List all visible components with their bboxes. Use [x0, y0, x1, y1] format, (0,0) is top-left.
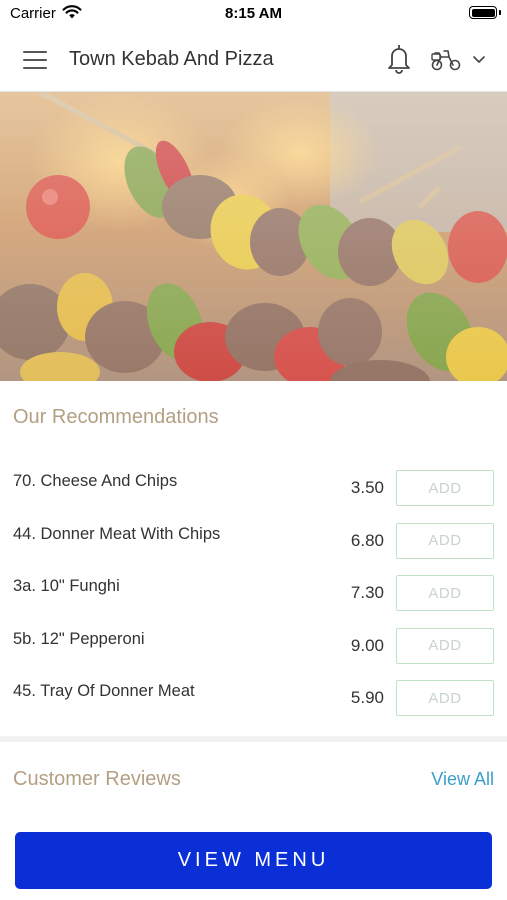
reviews-title: Customer Reviews — [13, 768, 181, 790]
page-title: Town Kebab And Pizza — [69, 48, 274, 70]
item-price: 3.50 — [350, 478, 384, 497]
scooter-icon[interactable] — [429, 45, 463, 73]
item-price: 7.30 — [350, 583, 384, 602]
item-price: 6.80 — [350, 530, 384, 550]
list-item: 44. Donner Meat With Chips 6.80 ADD — [0, 513, 507, 566]
view-menu-button[interactable]: VIEW MENU — [15, 832, 492, 889]
add-button[interactable]: ADD — [396, 522, 494, 559]
recommendations-title: Our Recommendations — [13, 406, 219, 428]
recommendations-list: 70. Cheese And Chips 3.50 ADD 44. Donner… — [0, 460, 507, 723]
status-time: 8:15 AM — [225, 5, 282, 22]
list-item: 70. Cheese And Chips 3.50 ADD — [0, 460, 507, 513]
add-button[interactable]: ADD — [396, 470, 494, 506]
add-button[interactable]: ADD — [396, 627, 494, 664]
app-header: Town Kebab And Pizza — [0, 28, 507, 92]
item-name: 5b. 12" Pepperoni — [13, 629, 145, 648]
item-name: 70. Cheese And Chips — [13, 472, 178, 490]
item-name: 3a. 10" Funghi — [13, 577, 120, 595]
item-name: 45. Tray Of Donner Meat — [13, 682, 195, 700]
item-price: 9.00 — [350, 635, 384, 655]
add-button[interactable]: ADD — [396, 575, 494, 611]
section-divider — [0, 736, 507, 742]
item-name: 44. Donner Meat With Chips — [13, 524, 221, 543]
status-bar: Carrier 8:15 AM — [0, 0, 507, 28]
view-all-link[interactable]: View All — [431, 769, 494, 790]
bell-icon[interactable] — [384, 43, 414, 75]
chevron-down-icon[interactable] — [472, 53, 486, 65]
hero-image — [0, 92, 507, 381]
battery-icon — [469, 6, 497, 19]
item-price: 5.90 — [350, 688, 384, 707]
add-button[interactable]: ADD — [396, 680, 494, 716]
menu-icon[interactable] — [20, 46, 50, 74]
list-item: 3a. 10" Funghi 7.30 ADD — [0, 565, 507, 618]
list-item: 5b. 12" Pepperoni 9.00 ADD — [0, 618, 507, 671]
list-item: 45. Tray Of Donner Meat 5.90 ADD — [0, 670, 507, 723]
